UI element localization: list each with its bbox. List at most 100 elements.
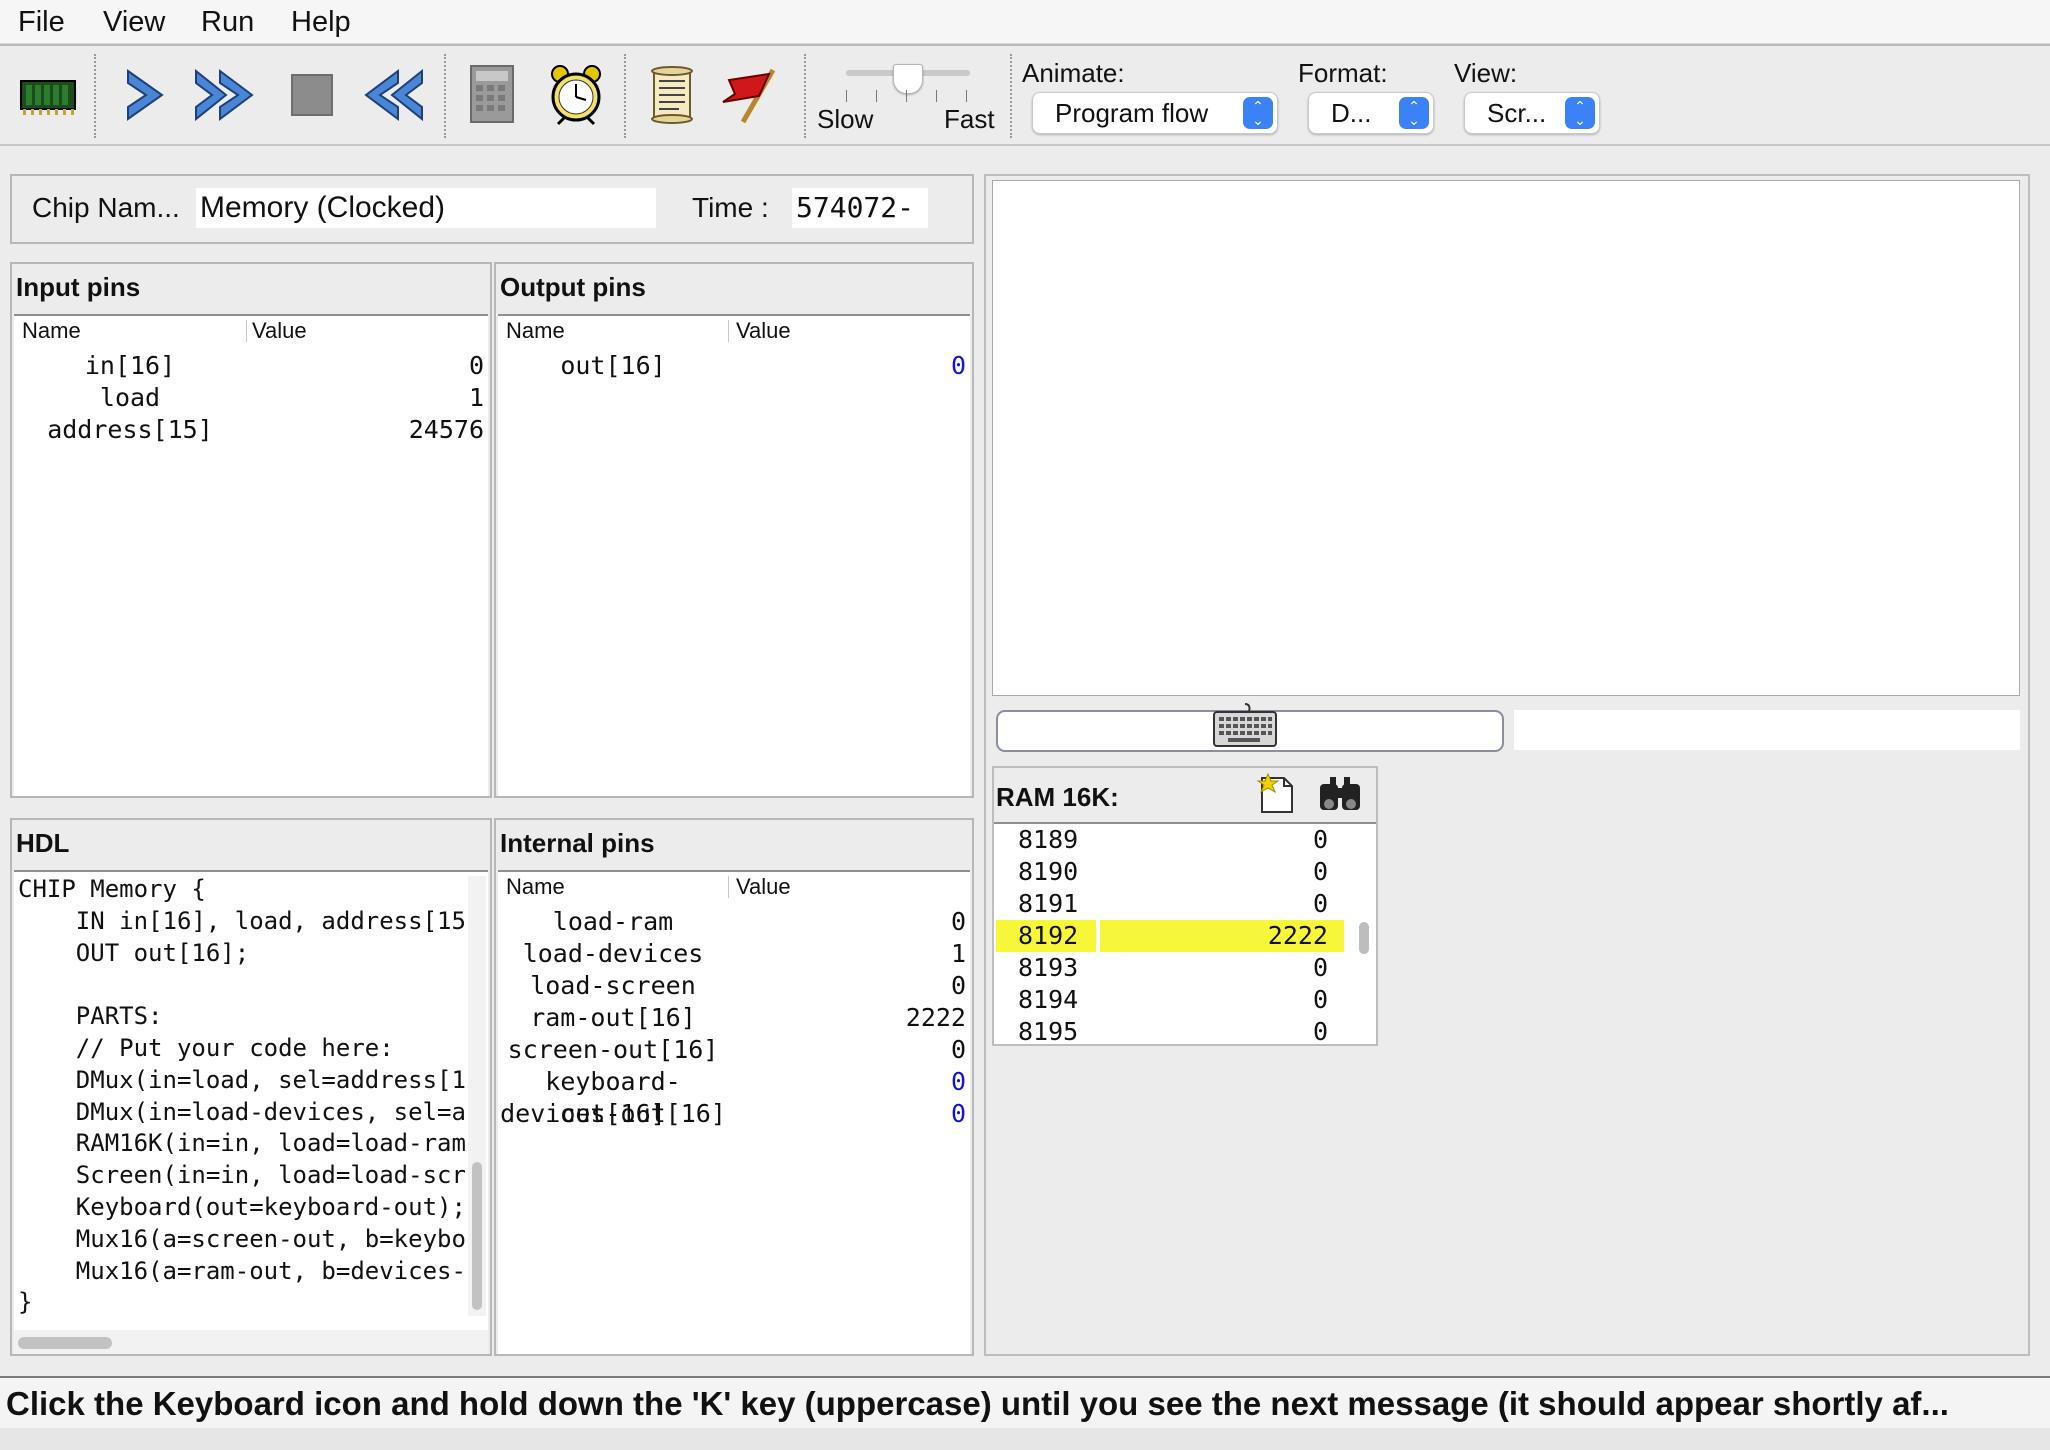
output-pins-title: Output pins bbox=[500, 272, 646, 302]
view-value: Scr... bbox=[1487, 98, 1547, 128]
reset-button[interactable] bbox=[360, 64, 424, 126]
column-header-value: Value bbox=[252, 318, 307, 343]
pin-value[interactable]: 0 bbox=[766, 350, 966, 382]
ram-row[interactable]: 8190 0 bbox=[994, 856, 1350, 888]
format-select[interactable]: D... ⌃ ⌄ bbox=[1308, 92, 1434, 134]
menu-file[interactable]: File bbox=[18, 4, 65, 40]
hdl-code-area[interactable]: CHIP Memory { IN in[16], load, address[1… bbox=[14, 870, 488, 1354]
gui-panel: RAM 16K: 8189 0 8190 0 8191 0 8192 2222 8193 0 819… bbox=[984, 174, 2030, 1356]
speed-slider-thumb[interactable] bbox=[893, 64, 923, 94]
pin-value[interactable]: 1 bbox=[766, 938, 966, 970]
pin-row[interactable]: load-screen 0 bbox=[498, 970, 970, 1002]
pin-row[interactable]: keyboard-out[16] 0 bbox=[498, 1066, 970, 1128]
clock-button[interactable] bbox=[544, 64, 608, 126]
chip-info-panel: Chip Nam... Memory (Clocked) Time : 5740… bbox=[10, 174, 974, 244]
pin-row[interactable]: out[16] 0 bbox=[498, 350, 970, 382]
ram-row[interactable]: 8191 0 bbox=[994, 888, 1350, 920]
ram-value[interactable]: 0 bbox=[1128, 856, 1328, 888]
pin-row[interactable]: screen-out[16] 0 bbox=[498, 1034, 970, 1066]
pin-row[interactable]: load 1 bbox=[14, 382, 488, 414]
animate-label: Animate: bbox=[1022, 58, 1125, 88]
menu-bar: File View Run Help bbox=[0, 0, 2050, 44]
hdl-title: HDL bbox=[16, 828, 70, 858]
pin-row[interactable]: devices-out[16] 0 bbox=[498, 1098, 970, 1130]
ram-value[interactable]: 2222 bbox=[1128, 920, 1328, 952]
ram-value[interactable]: 0 bbox=[1128, 952, 1328, 984]
breakpoints-button[interactable] bbox=[720, 64, 784, 126]
pin-value[interactable]: 0 bbox=[284, 350, 484, 382]
pin-value[interactable]: 1 bbox=[284, 382, 484, 414]
ram-row[interactable]: 8194 0 bbox=[994, 984, 1350, 1016]
single-step-button[interactable] bbox=[113, 64, 177, 126]
pin-name: load-ram bbox=[552, 907, 674, 936]
ram-row[interactable]: 8193 0 bbox=[994, 952, 1350, 984]
keyboard-value-field bbox=[1514, 710, 2020, 750]
pin-value[interactable]: 0 bbox=[766, 1034, 966, 1066]
hdl-vertical-scrollbar[interactable] bbox=[468, 876, 486, 1316]
pin-value[interactable]: 24576 bbox=[284, 414, 484, 446]
hdl-vertical-scroll-thumb[interactable] bbox=[472, 1162, 482, 1310]
stop-button[interactable] bbox=[280, 64, 344, 126]
ram-address: 8194 bbox=[1018, 985, 1079, 1014]
pin-value[interactable]: 0 bbox=[766, 1098, 966, 1130]
pin-value[interactable]: 2222 bbox=[766, 1002, 966, 1034]
time-field: 574072- bbox=[792, 188, 928, 228]
eval-button[interactable] bbox=[460, 64, 524, 126]
ram-address: 8190 bbox=[1018, 857, 1079, 886]
hdl-horizontal-scrollbar[interactable] bbox=[14, 1330, 488, 1354]
menu-help[interactable]: Help bbox=[291, 4, 351, 40]
speed-slow-label: Slow bbox=[817, 104, 874, 134]
pin-row[interactable]: load-devices 1 bbox=[498, 938, 970, 970]
updown-arrows-icon: ⌃ ⌄ bbox=[1243, 97, 1273, 129]
ram-row[interactable]: 8195 0 bbox=[994, 1016, 1350, 1048]
column-header-name: Name bbox=[506, 874, 565, 899]
input-pins-table: Name Value in[16] 0 load 1 address[15] 24576 bbox=[14, 314, 488, 796]
load-chip-button[interactable] bbox=[16, 64, 80, 126]
format-label: Format: bbox=[1298, 58, 1388, 88]
ram-value[interactable]: 0 bbox=[1128, 984, 1328, 1016]
output-pins-panel: Output pins Name Value out[16] 0 bbox=[494, 262, 974, 798]
speed-slider[interactable] bbox=[842, 64, 974, 106]
chip-icon bbox=[20, 80, 76, 115]
ram-row[interactable]: 8189 0 bbox=[994, 824, 1350, 856]
binoculars-icon[interactable] bbox=[1318, 774, 1362, 814]
ram-value[interactable]: 0 bbox=[1128, 824, 1328, 856]
pin-row[interactable]: address[15] 24576 bbox=[14, 414, 488, 446]
keyboard-input[interactable] bbox=[996, 703, 1504, 752]
pin-row[interactable]: ram-out[16] 2222 bbox=[498, 1002, 970, 1034]
ram-vertical-scroll-thumb[interactable] bbox=[1359, 922, 1369, 954]
animate-value: Program flow bbox=[1055, 98, 1209, 128]
chip-name-field[interactable]: Memory (Clocked) bbox=[196, 188, 656, 228]
ram-panel: RAM 16K: 8189 0 8190 0 8191 0 8192 2222 8193 0 819… bbox=[992, 766, 1378, 1046]
ram-address: 8191 bbox=[1018, 889, 1079, 918]
pin-value[interactable]: 0 bbox=[766, 906, 966, 938]
updown-arrows-icon: ⌃ ⌄ bbox=[1399, 97, 1429, 129]
column-header-value: Value bbox=[736, 318, 791, 343]
hdl-horizontal-scroll-thumb[interactable] bbox=[18, 1337, 112, 1349]
load-file-icon[interactable] bbox=[1256, 772, 1298, 816]
pin-row[interactable]: in[16] 0 bbox=[14, 350, 488, 382]
script-button[interactable] bbox=[640, 64, 704, 126]
ram-vertical-scrollbar[interactable] bbox=[1354, 824, 1374, 1044]
animate-select[interactable]: Program flow ⌃ ⌄ bbox=[1032, 92, 1278, 134]
ram-value[interactable]: 0 bbox=[1128, 888, 1328, 920]
output-pins-table: Name Value out[16] 0 bbox=[498, 314, 970, 796]
ram-table: 8189 0 8190 0 8191 0 8192 2222 8193 0 8194 0 8195 0 bbox=[994, 822, 1376, 1046]
run-button[interactable] bbox=[192, 64, 256, 126]
pin-value[interactable]: 0 bbox=[766, 1066, 966, 1098]
updown-arrows-icon: ⌃ ⌄ bbox=[1565, 97, 1595, 129]
menu-view[interactable]: View bbox=[103, 4, 165, 40]
chevron-right-icon bbox=[127, 69, 164, 121]
calculator-icon bbox=[470, 65, 514, 123]
view-select[interactable]: Scr... ⌃ ⌄ bbox=[1464, 92, 1600, 134]
menu-run[interactable]: Run bbox=[201, 4, 254, 40]
ram-address: 8195 bbox=[1018, 1017, 1079, 1046]
ram-row[interactable]: 8192 2222 bbox=[994, 920, 1350, 952]
ram-value[interactable]: 0 bbox=[1128, 1016, 1328, 1048]
pin-row[interactable]: load-ram 0 bbox=[498, 906, 970, 938]
pin-name: devices-out[16] bbox=[500, 1099, 726, 1128]
pin-name: load bbox=[99, 383, 161, 412]
pin-value[interactable]: 0 bbox=[766, 970, 966, 1002]
hdl-code: CHIP Memory { IN in[16], load, address[1… bbox=[18, 875, 466, 1317]
format-value: D... bbox=[1331, 98, 1372, 128]
